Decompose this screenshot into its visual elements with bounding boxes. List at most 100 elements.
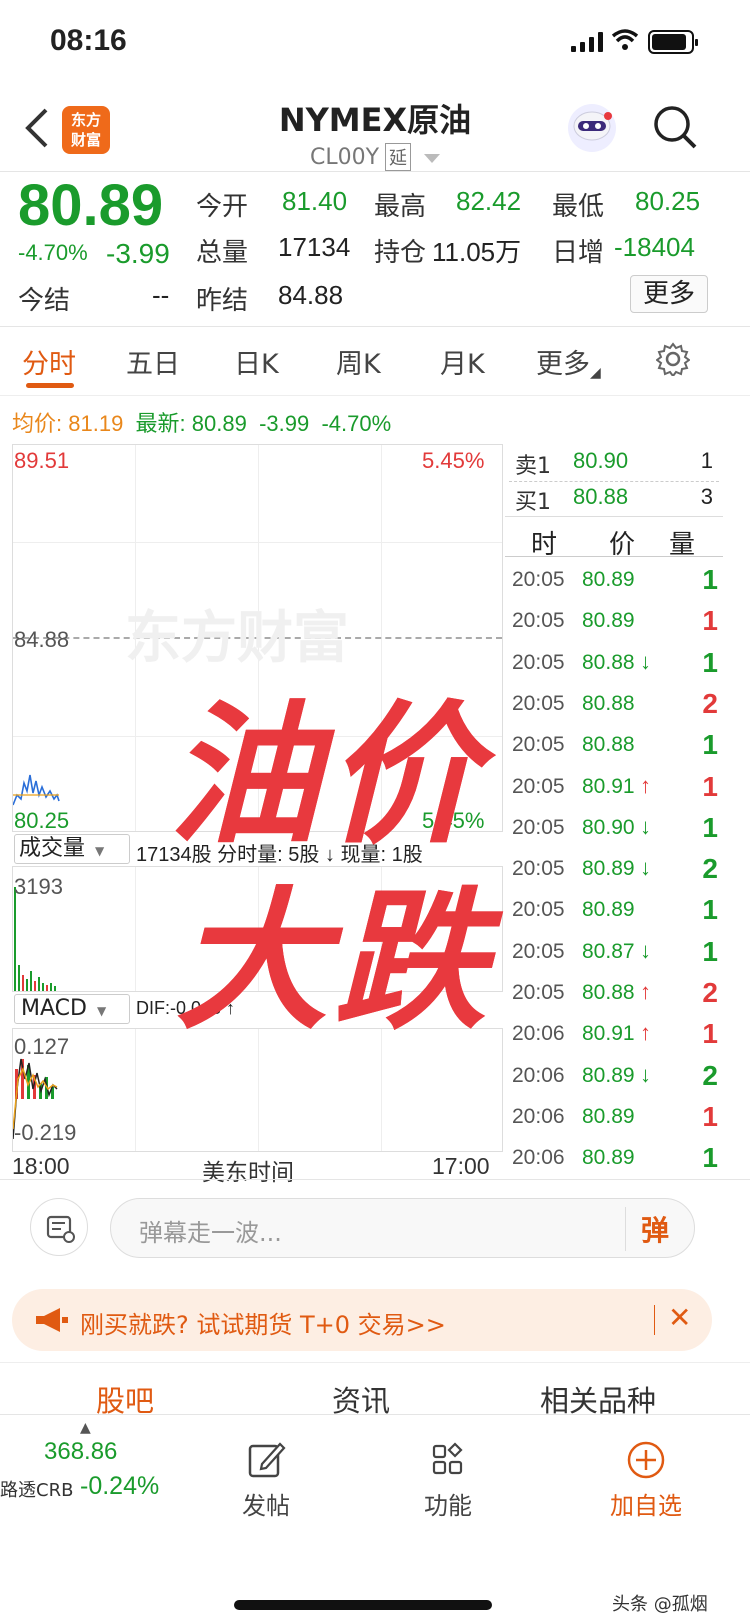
settings-gear-icon[interactable]	[655, 342, 691, 380]
trade-price: 80.91	[582, 774, 635, 798]
stat-prev-settle-value: 84.88	[278, 280, 344, 310]
danmu-send-button[interactable]: 弹	[641, 1209, 669, 1249]
trade-row: 20:06 80.91 ↑ 1	[512, 1014, 718, 1055]
delayed-badge: 延	[385, 143, 412, 171]
trade-volume: 1	[702, 1100, 718, 1132]
time-axis-end: 17:00	[432, 1153, 490, 1179]
chevron-down-icon: ▼	[96, 1004, 107, 1018]
trade-direction-arrow-icon: ↑	[640, 1020, 651, 1046]
contract-code[interactable]: CL00Y 延	[0, 143, 750, 171]
add-watchlist-button[interactable]: 加自选	[586, 1440, 706, 1521]
trade-price: 80.88	[582, 650, 635, 674]
watermark: 东方财富	[125, 606, 349, 671]
stat-open-value: 81.40	[282, 186, 348, 216]
trade-time: 20:05	[512, 939, 565, 963]
robot-assistant-icon[interactable]	[568, 104, 616, 152]
trade-time: 20:05	[512, 733, 565, 757]
grid-apps-icon	[432, 1442, 463, 1475]
trade-price: 80.89	[582, 1146, 635, 1170]
signal-icon	[571, 32, 605, 52]
trade-time: 20:05	[512, 609, 565, 633]
tab-weekly-k[interactable]: 周K	[336, 342, 381, 381]
chevron-down-icon: ▼	[95, 844, 105, 858]
last-price: 80.89	[18, 173, 164, 238]
trade-price: 80.88	[582, 981, 635, 1004]
danmu-placeholder: 弹幕走一波...	[139, 1219, 282, 1247]
trade-volume: 1	[702, 770, 718, 802]
index-ticker[interactable]: ▲ 368.86 路透CRB -0.24%	[0, 1418, 180, 1518]
macd-high: 0.127	[14, 1034, 70, 1059]
tab-intraday[interactable]: 分时	[22, 342, 76, 381]
trade-volume: 2	[702, 1059, 718, 1091]
functions-button[interactable]: 功能	[408, 1440, 488, 1521]
time-axis-start: 18:00	[12, 1153, 70, 1179]
latest-label: 最新:	[135, 411, 186, 436]
stat-volume-label: 总量	[196, 238, 249, 268]
macd-selector[interactable]: MACD ▼	[14, 994, 130, 1024]
functions-label: 功能	[424, 1492, 472, 1520]
trade-volume: 1	[702, 729, 718, 761]
buy-1-label: 买1	[515, 490, 551, 515]
trade-row: 20:06 80.89 1	[512, 1138, 718, 1179]
stat-daily-change-value: -18404	[614, 232, 695, 262]
search-icon[interactable]	[652, 104, 698, 154]
tab-more[interactable]: 更多◢	[536, 342, 601, 381]
post-button[interactable]: 发帖	[226, 1440, 306, 1521]
trade-volume: 1	[702, 646, 718, 678]
trade-volume: 2	[702, 977, 718, 1008]
order-book-divider	[505, 556, 723, 557]
volume-selector[interactable]: 成交量 ▼	[14, 834, 130, 864]
home-indicator	[234, 1600, 492, 1610]
trade-price: 80.89	[582, 568, 635, 591]
tab-five-day[interactable]: 五日	[126, 342, 180, 381]
chart-info-line: 均价: 81.19 最新: 80.89 -3.99 -4.70%	[12, 406, 391, 438]
trade-row: 20:05 80.88 1	[512, 725, 718, 766]
trade-price: 80.89	[582, 609, 635, 633]
trade-volume: 1	[702, 935, 718, 967]
order-book: 卖1 80.90 1 买1 80.88 3 时 价 量	[505, 444, 723, 560]
danmu-settings-icon	[46, 1215, 75, 1243]
y-axis-high: 89.51	[14, 448, 70, 473]
trade-time: 20:05	[512, 981, 565, 1004]
buy-1-price: 80.88	[573, 484, 629, 509]
futures-promo-banner[interactable]: 刚买就跌? 试试期货 T+0 交易>> ✕	[12, 1289, 712, 1351]
latest-change: -3.99	[259, 411, 310, 436]
trade-volume: 1	[702, 605, 718, 637]
trade-volume: 1	[702, 1142, 718, 1174]
bottom-nav-divider	[0, 1414, 750, 1415]
close-promo-icon[interactable]: ✕	[668, 1301, 691, 1334]
sell-1-qty: 1	[700, 448, 713, 473]
stat-settle-value: --	[152, 280, 170, 310]
change-percent: -4.70%	[18, 240, 88, 265]
trade-price: 80.88	[582, 691, 635, 715]
avg-price-label: 均价:	[12, 411, 63, 436]
trade-row: 20:05 80.89 1	[512, 560, 718, 601]
trade-time: 20:05	[512, 774, 565, 798]
index-up-triangle-icon: ▲	[80, 1420, 91, 1436]
battery-icon	[648, 30, 698, 54]
volume-max: 3193	[14, 874, 63, 899]
tab-monthly-k[interactable]: 月K	[440, 342, 485, 381]
more-stats-button[interactable]: 更多	[630, 275, 708, 313]
trade-volume: 1	[702, 1018, 718, 1050]
trade-row: 20:05 80.91 ↑ 1	[512, 767, 718, 808]
edit-icon	[248, 1442, 286, 1478]
trade-price: 80.91	[582, 1022, 635, 1046]
y-axis-high-percent: 5.45%	[422, 448, 485, 473]
tab-active-indicator	[26, 383, 74, 388]
overlay-headline-line1: 油价	[168, 687, 484, 864]
trade-time: 20:05	[512, 857, 565, 881]
stat-low-value: 80.25	[635, 186, 701, 216]
trade-time: 20:05	[512, 815, 565, 839]
change-amount: -3.99	[106, 238, 170, 269]
trade-price: 80.89	[582, 1063, 635, 1087]
danmu-input[interactable]: 弹幕走一波... 弹	[110, 1198, 695, 1258]
tab-daily-k[interactable]: 日K	[234, 342, 279, 381]
index-value: 368.86	[44, 1438, 118, 1465]
danmu-settings-button[interactable]	[30, 1198, 88, 1256]
buy-1-qty: 3	[700, 484, 713, 509]
latest-percent: -4.70%	[321, 411, 392, 436]
trade-time: 20:06	[512, 1104, 565, 1128]
macd-selector-label: MACD	[21, 996, 87, 1021]
avg-price-value: 81.19	[68, 411, 124, 436]
